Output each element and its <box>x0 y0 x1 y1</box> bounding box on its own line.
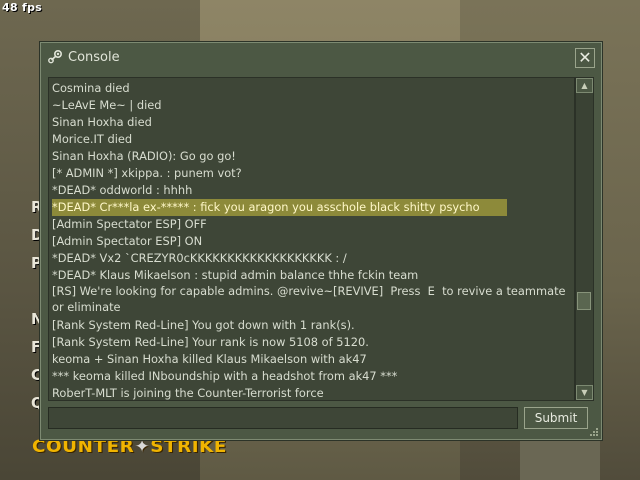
log-line-highlighted: *DEAD* Cr***la ex-***** : fick you arago… <box>52 199 507 216</box>
log-line: [Admin Spectator ESP] ON <box>52 234 203 248</box>
console-scrollbar[interactable]: ▲ ▼ <box>575 77 594 401</box>
chevron-up-icon: ▲ <box>581 81 588 90</box>
console-log-lines: Cosmina died ~LeAvE Me~ | died Sinan Hox… <box>49 78 574 400</box>
log-line: *DEAD* Vx2 `CREZYR0cKKKKKKKKKKKKKKKKKKK … <box>52 251 347 265</box>
chevron-down-icon: ▼ <box>581 388 588 397</box>
resize-grip-icon[interactable] <box>589 427 599 437</box>
logo-text-left: Counter <box>32 437 135 457</box>
log-line: RoberT-MLT is joining the Counter-Terror… <box>52 385 324 400</box>
log-line: [Admin Spectator ESP] OFF <box>52 217 207 231</box>
log-line: Morice.IT died <box>52 132 133 146</box>
log-line: ~LeAvE Me~ | died <box>52 98 162 112</box>
console-log[interactable]: Cosmina died ~LeAvE Me~ | died Sinan Hox… <box>48 77 575 401</box>
log-line: Sinan Hoxha (RADIO): Go go go! <box>52 149 236 163</box>
scrollbar-thumb[interactable] <box>577 292 591 310</box>
log-line: Cosmina died <box>52 81 130 95</box>
scroll-up-button[interactable]: ▲ <box>576 78 593 93</box>
log-line: Sinan Hoxha died <box>52 115 152 129</box>
log-line: [RS] We're looking for capable admins. @… <box>52 284 570 314</box>
submit-button[interactable]: Submit <box>524 407 588 429</box>
logo-text-right: Strike <box>150 437 228 457</box>
console-title: Console <box>68 50 120 65</box>
counter-strike-logo: Counter✦Strike <box>32 437 227 457</box>
log-line: keoma + Sinan Hoxha killed Klaus Mikaels… <box>52 351 367 366</box>
close-button[interactable]: ✕ <box>575 48 595 68</box>
console-titlebar[interactable]: Console ✕ <box>41 43 601 73</box>
log-line: [Rank System Red-Line] You got down with… <box>52 317 355 332</box>
log-line: *DEAD* oddworld : hhhh <box>52 183 193 197</box>
logo-soldier-icon: ✦ <box>134 437 151 457</box>
log-line: [Rank System Red-Line] Your rank is now … <box>52 334 369 349</box>
log-line: *DEAD* Klaus Mikaelson : stupid admin ba… <box>52 268 419 282</box>
console-input-row: Submit <box>48 407 592 431</box>
console-window: Console ✕ Cosmina died ~LeAvE Me~ | died… <box>40 42 602 440</box>
fps-counter: 48 fps <box>2 1 43 14</box>
log-line: [* ADMIN *] xkippa. : punem vot? <box>52 166 242 180</box>
command-input[interactable] <box>48 407 518 429</box>
steam-icon <box>48 49 63 64</box>
scroll-down-button[interactable]: ▼ <box>576 385 593 400</box>
close-icon: ✕ <box>578 48 592 67</box>
log-line: *** keoma killed INboundship with a head… <box>52 368 398 383</box>
